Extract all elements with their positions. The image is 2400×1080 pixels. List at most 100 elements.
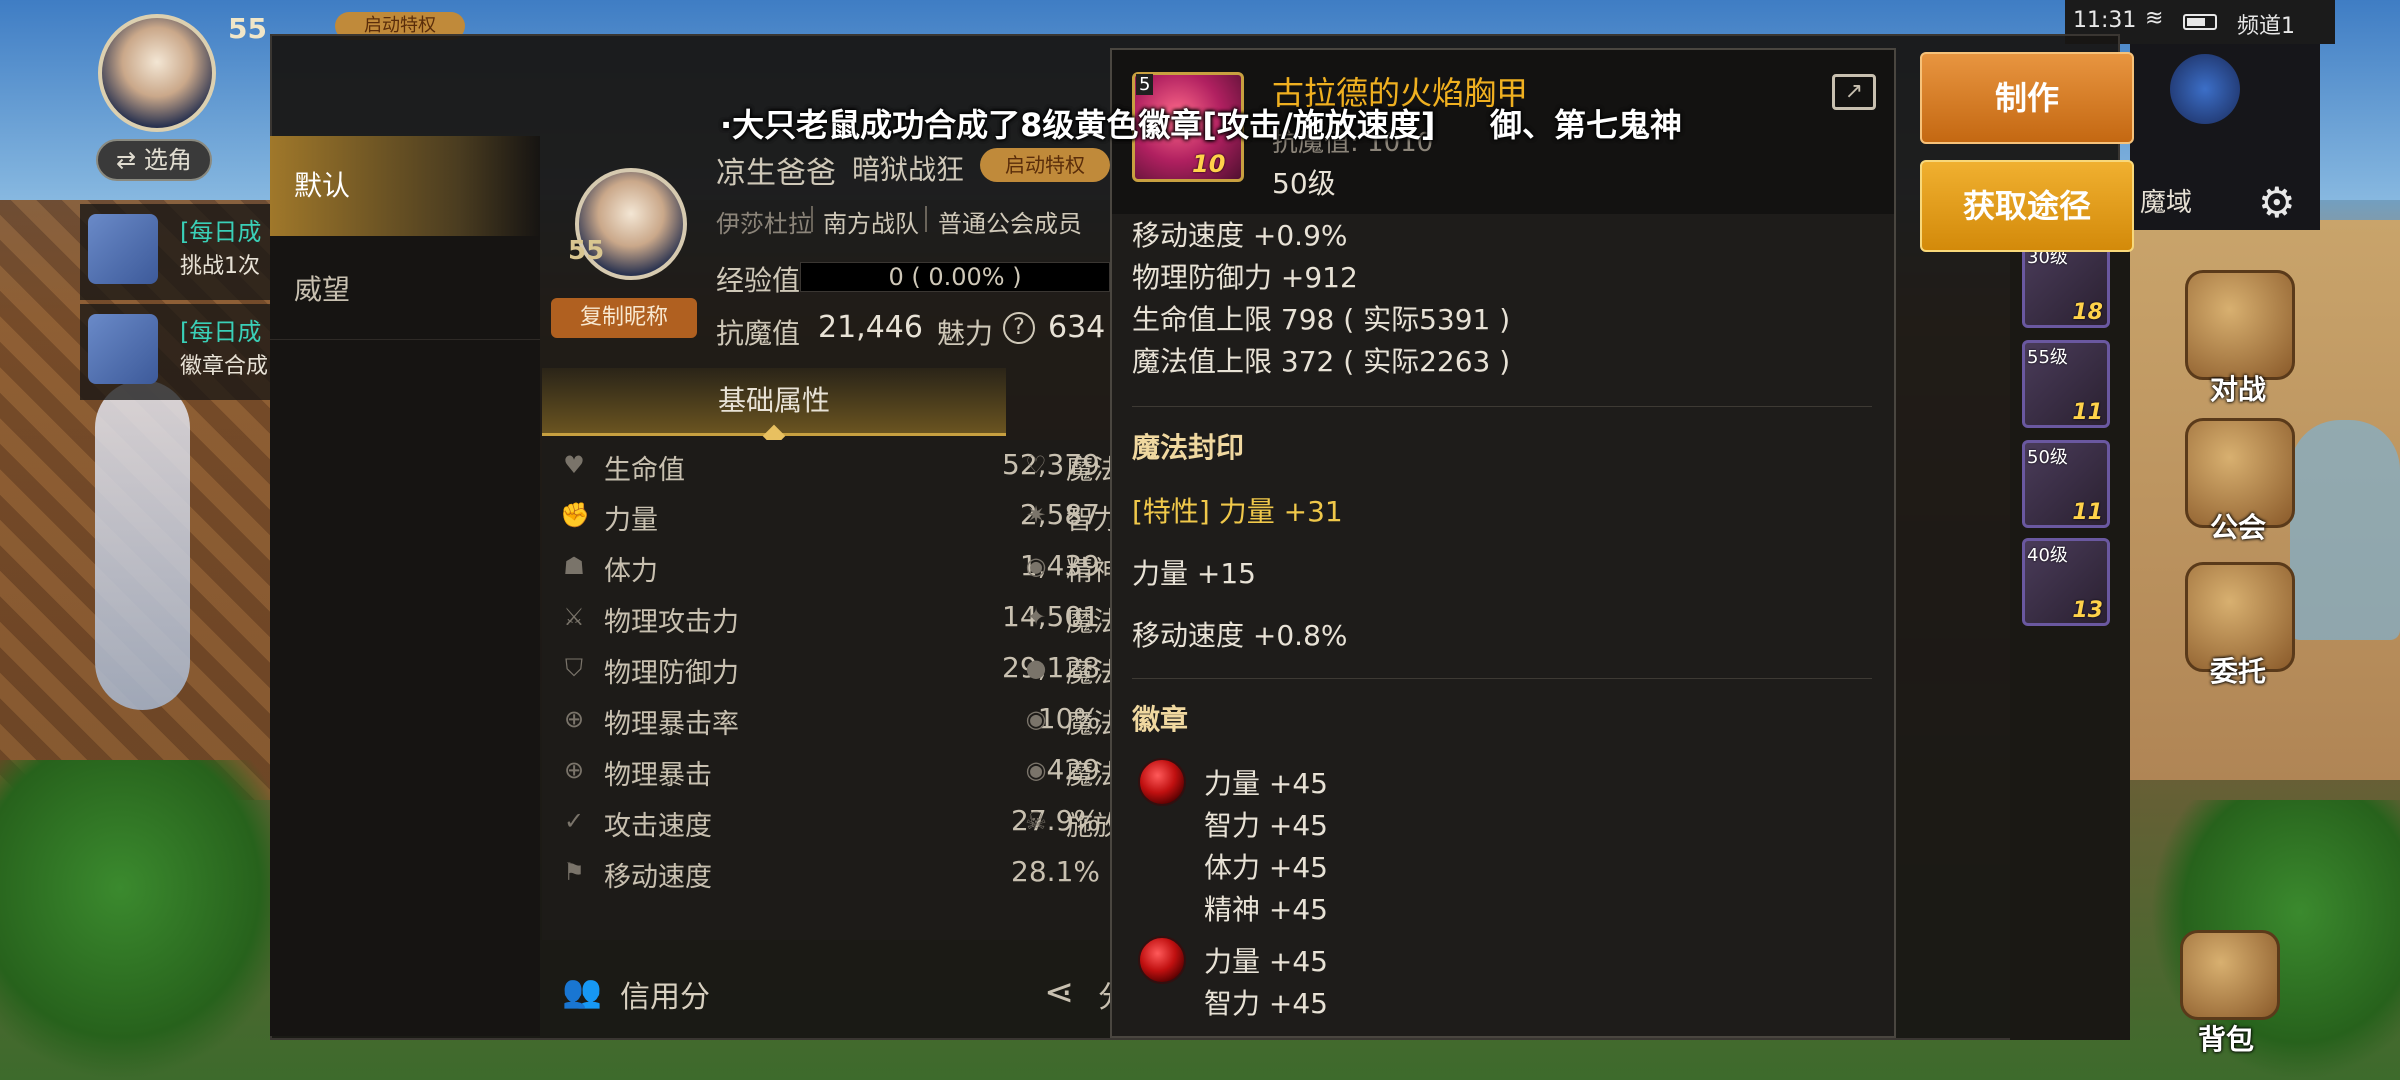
stat-row: ♡ 魔法 bbox=[1010, 440, 1122, 490]
tab-prestige[interactable]: 威望 bbox=[270, 240, 540, 340]
share-icon[interactable]: ⋖ bbox=[1044, 972, 1074, 1013]
stat-name: 物理暴击率 bbox=[604, 709, 739, 740]
commission-menu-label[interactable]: 委托 bbox=[2210, 650, 2266, 690]
emblem-stat: 体力 +45 bbox=[1204, 851, 1328, 884]
fist-icon: ✊ bbox=[560, 501, 590, 529]
sword-icon: ⚔ bbox=[563, 603, 585, 631]
circle-icon: ◉ bbox=[1025, 705, 1047, 733]
quest-title: [每日成 bbox=[180, 318, 262, 346]
shield-icon: ⛉ bbox=[565, 654, 583, 682]
stat-name: 攻击速度 bbox=[604, 811, 712, 842]
stat-row: ✦ 魔法 bbox=[1010, 592, 1122, 642]
guild-menu-label[interactable]: 公会 bbox=[2210, 506, 2266, 546]
equipment-count: 11 bbox=[2072, 500, 2103, 525]
share-out-icon[interactable]: ↗ bbox=[1832, 74, 1876, 110]
item-stat: 移动速度 +0.9% bbox=[1132, 219, 1348, 252]
seal-stat: 力量 +15 bbox=[1132, 557, 1256, 590]
emblem-section-title: 徽章 bbox=[1132, 703, 1189, 736]
character-guild-role: 普通公会成员 bbox=[938, 210, 1082, 238]
emblem-stat: 力量 +45 bbox=[1204, 767, 1328, 800]
make-button[interactable]: 制作 bbox=[1920, 52, 2134, 144]
quest-icon bbox=[88, 214, 158, 284]
battle-menu-label[interactable]: 对战 bbox=[2210, 368, 2266, 408]
stat-row: ◉ 魔法 bbox=[1010, 694, 1122, 744]
item-stat: 生命值上限 798 ( 实际5391 ) bbox=[1132, 303, 1511, 336]
people-icon[interactable]: 👥 bbox=[562, 972, 616, 1012]
stat-name: 移动速度 bbox=[604, 862, 712, 893]
heart-outline-icon: ♡ bbox=[1025, 451, 1047, 479]
divider bbox=[811, 206, 813, 232]
item-stat: 物理防御力 +912 bbox=[1132, 261, 1358, 294]
portal-icon[interactable] bbox=[2170, 54, 2240, 124]
background-surfboard-right bbox=[2290, 420, 2400, 640]
stat-list-secondary: ♡ 魔法 ✷ 智力 ◉ 精神 ✦ 魔法 ● 魔法 ◉ 魔法 ◉ 魔法 ☠ 施放 bbox=[1010, 440, 1122, 940]
bag-menu-label[interactable]: 背包 bbox=[2198, 1018, 2254, 1058]
character-name: 凉生爸爸 bbox=[716, 156, 836, 191]
seal-stat: [特性] 力量 +31 bbox=[1132, 495, 1343, 528]
equipment-slot[interactable]: 55级 11 bbox=[2022, 340, 2110, 428]
spark-icon: ✷ bbox=[1025, 501, 1047, 529]
divider bbox=[1132, 406, 1872, 407]
charm-value: 634 bbox=[1048, 310, 1106, 345]
clock: 11:31 bbox=[2073, 8, 2137, 33]
background-palm-left bbox=[0, 760, 300, 1080]
player-avatar[interactable] bbox=[98, 14, 216, 132]
body-icon: ☗ bbox=[563, 552, 585, 580]
item-tooltip: 5 10 古拉德的火焰胸甲 抗魔值: 1010 50级 ↗ 移动速度 +0.9%… bbox=[1110, 48, 1896, 1038]
character-server: 伊莎杜拉 bbox=[716, 210, 812, 238]
help-icon[interactable]: ? bbox=[1003, 312, 1035, 344]
crosshair-icon: ⊕ bbox=[563, 756, 585, 784]
exp-text: 0 ( 0.00% ) bbox=[888, 263, 1022, 291]
emblem-stat: 力量 +45 bbox=[1204, 945, 1328, 978]
tab-default[interactable]: 默认 bbox=[270, 136, 540, 236]
battle-menu-icon[interactable] bbox=[2185, 270, 2295, 380]
circle-icon: ◉ bbox=[1025, 552, 1047, 580]
seal-stat: 移动速度 +0.8% bbox=[1132, 619, 1348, 652]
broadcast-message: ·大只老鼠成功合成了8级黄色徽章[攻击/施放速度] bbox=[720, 106, 1436, 144]
red-emblem-icon bbox=[1138, 936, 1186, 984]
gear-icon[interactable]: ⚙ bbox=[2258, 178, 2296, 227]
stat-row: ☠ 施放 bbox=[1010, 796, 1122, 846]
equipment-slot[interactable]: 40级 13 bbox=[2022, 538, 2110, 626]
select-character-button[interactable]: ⇄ 选角 bbox=[96, 139, 212, 181]
wifi-icon: ≋ bbox=[2145, 6, 2164, 31]
divider bbox=[925, 206, 927, 232]
resist-value: 21,446 bbox=[818, 310, 923, 345]
channel-label[interactable]: 频道1 bbox=[2237, 8, 2295, 40]
divider bbox=[1132, 678, 1872, 679]
stat-row: ● 魔法 bbox=[1010, 643, 1122, 693]
equipment-count: 13 bbox=[2072, 598, 2103, 623]
broadcast-message-tail: 御、第七鬼神 bbox=[1490, 106, 1683, 144]
credit-score-button[interactable]: 信用分 bbox=[620, 972, 710, 1016]
stat-row: ✷ 智力 bbox=[1010, 490, 1122, 540]
bag-menu-icon[interactable] bbox=[2180, 930, 2280, 1020]
equipment-level: 50级 bbox=[2027, 447, 2068, 468]
stat-name: 物理攻击力 bbox=[604, 607, 739, 638]
skull-icon: ☠ bbox=[1025, 807, 1047, 835]
background-surfboard bbox=[95, 380, 190, 710]
red-emblem-icon bbox=[1138, 758, 1186, 806]
heart-icon: ♥ bbox=[563, 451, 585, 479]
quest-title: [每日成 bbox=[180, 218, 262, 246]
exp-bar: 0 ( 0.00% ) bbox=[800, 262, 1110, 292]
player-level: 55 bbox=[228, 12, 267, 45]
emblem-stat: 精神 +45 bbox=[1204, 893, 1328, 926]
get-source-button[interactable]: 获取途径 bbox=[1920, 160, 2134, 252]
emblem-stat: 智力 +45 bbox=[1204, 987, 1328, 1020]
stat-row: ◉ 精神 bbox=[1010, 541, 1122, 591]
copy-name-button[interactable]: 复制昵称 bbox=[551, 298, 697, 338]
item-stat: 魔法值上限 372 ( 实际2263 ) bbox=[1132, 345, 1511, 378]
boot-icon: ⚑ bbox=[563, 858, 585, 886]
equipment-level: 40级 bbox=[2027, 545, 2068, 566]
character-class: 暗狱战狂 bbox=[852, 153, 965, 186]
equipment-slot[interactable]: 50级 11 bbox=[2022, 440, 2110, 528]
circle-icon: ◉ bbox=[1025, 756, 1047, 784]
item-count: 10 bbox=[1192, 150, 1226, 178]
star-icon: ✦ bbox=[1025, 603, 1047, 631]
exp-label: 经验值 bbox=[716, 264, 801, 297]
equipment-count: 18 bbox=[2072, 300, 2103, 325]
equipment-slot[interactable]: 30级 18 bbox=[2022, 240, 2110, 328]
orb-icon: ● bbox=[1025, 654, 1047, 682]
tab-column: 默认 威望 bbox=[270, 136, 540, 1036]
character-team: 南方战队 bbox=[823, 210, 919, 238]
